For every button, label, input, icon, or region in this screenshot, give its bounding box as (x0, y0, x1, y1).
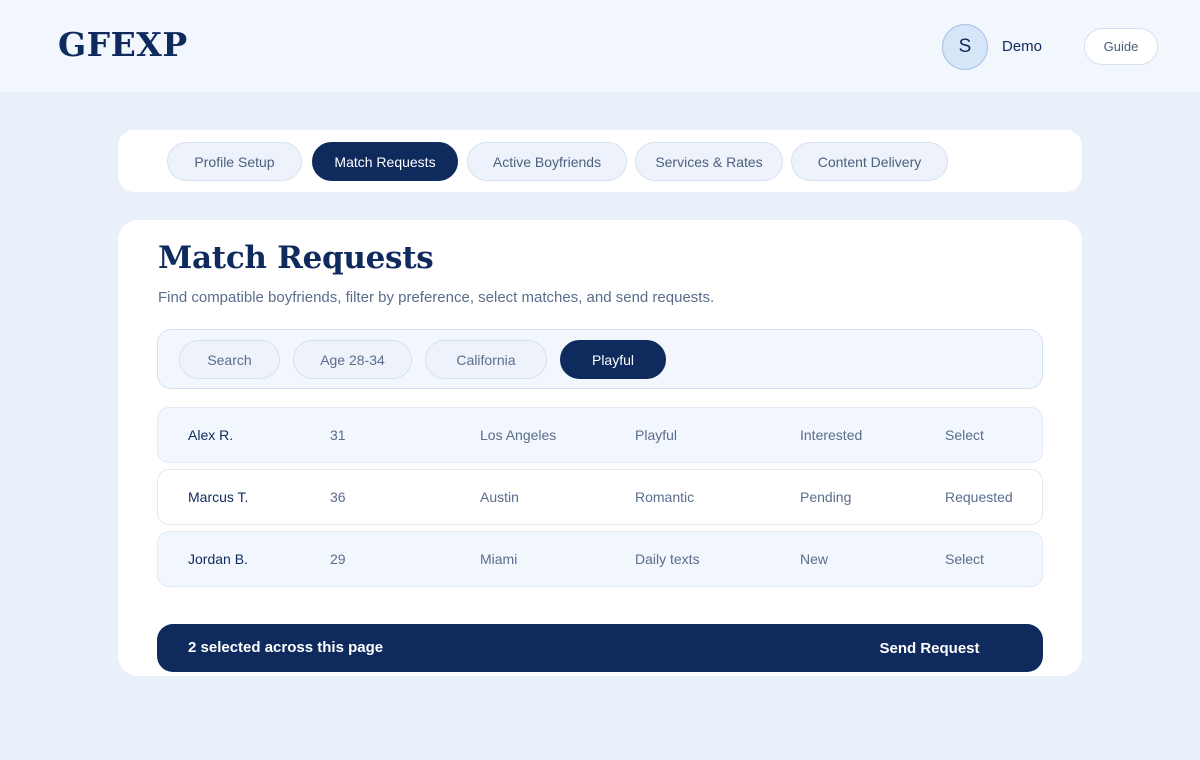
page-subtitle: Find compatible boyfriends, filter by pr… (158, 289, 715, 306)
match-age: 36 (330, 489, 346, 505)
navigation-tabs: Profile Setup Match Requests Active Boyf… (118, 130, 1082, 192)
requested-label[interactable]: Requested (945, 470, 1013, 524)
match-status: Interested (800, 427, 863, 443)
send-request-button[interactable]: Send Request (857, 624, 1002, 672)
select-button[interactable]: Select (945, 532, 984, 586)
page-title: Match Requests (158, 240, 434, 276)
match-location: Austin (480, 489, 519, 505)
table-row[interactable]: Alex R. 31 Los Angeles Playful Intereste… (157, 407, 1043, 463)
tab-content-delivery[interactable]: Content Delivery (791, 142, 948, 181)
table-row[interactable]: Marcus T. 36 Austin Romantic Pending Req… (157, 469, 1043, 525)
select-button[interactable]: Select (945, 408, 984, 462)
match-age: 31 (330, 427, 346, 443)
tab-profile-setup[interactable]: Profile Setup (167, 142, 302, 181)
selection-count: 2 selected across this page (188, 639, 384, 656)
filter-playful[interactable]: Playful (560, 340, 666, 379)
table-row[interactable]: Jordan B. 29 Miami Daily texts New Selec… (157, 531, 1043, 587)
selection-action-bar: 2 selected across this page Send Request (157, 624, 1043, 672)
app-logo[interactable]: GFEXP (58, 25, 188, 64)
match-name: Marcus T. (188, 489, 249, 505)
tab-match-requests[interactable]: Match Requests (312, 142, 458, 181)
user-name: Demo (1002, 38, 1043, 55)
match-name: Alex R. (188, 427, 234, 443)
filter-bar: Search Age 28-34 California Playful (157, 329, 1043, 389)
match-name: Jordan B. (188, 551, 248, 567)
match-age: 29 (330, 551, 346, 567)
tab-active-boyfriends[interactable]: Active Boyfriends (467, 142, 627, 181)
match-status: New (800, 551, 829, 567)
filter-location[interactable]: California (425, 340, 547, 379)
match-style: Playful (635, 427, 678, 443)
guide-button[interactable]: Guide (1084, 28, 1158, 65)
match-style: Romantic (635, 489, 695, 505)
top-bar: GFEXP S Demo Guide (0, 0, 1200, 92)
match-requests-panel: Match Requests Find compatible boyfriend… (118, 220, 1082, 676)
match-location: Miami (480, 551, 518, 567)
match-style: Daily texts (635, 551, 700, 567)
filter-search[interactable]: Search (179, 340, 280, 379)
user-avatar[interactable]: S (942, 24, 988, 70)
filter-age[interactable]: Age 28-34 (293, 340, 412, 379)
match-location: Los Angeles (480, 427, 557, 443)
tab-services-rates[interactable]: Services & Rates (635, 142, 783, 181)
match-status: Pending (800, 489, 852, 505)
